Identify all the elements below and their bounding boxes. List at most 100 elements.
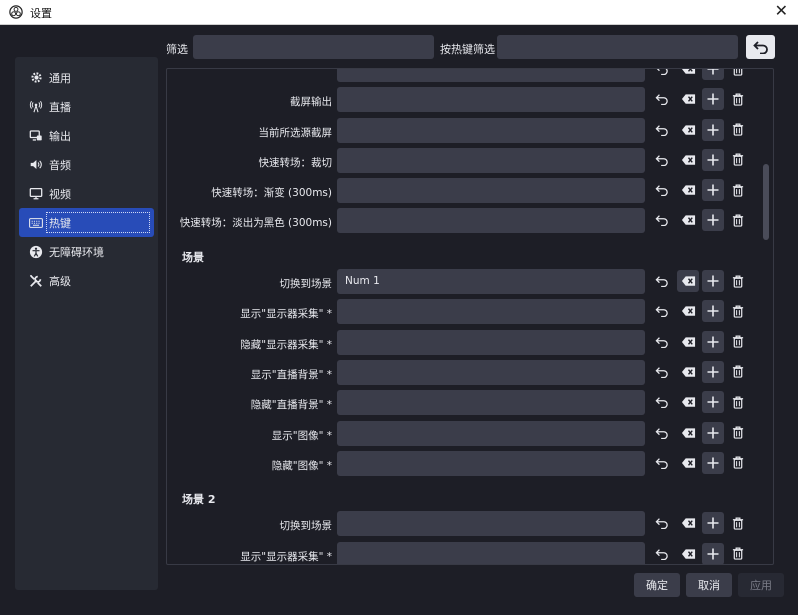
remove-binding-button[interactable] [727, 149, 749, 171]
revert-button[interactable] [651, 69, 673, 80]
ok-button[interactable]: 确定 [634, 573, 680, 597]
revert-button[interactable] [651, 543, 673, 564]
revert-button[interactable] [651, 331, 673, 353]
clear-button[interactable] [677, 270, 699, 293]
add-binding-button[interactable] [702, 209, 724, 232]
revert-button[interactable] [651, 179, 673, 201]
revert-button[interactable] [651, 149, 673, 171]
remove-binding-button[interactable] [727, 69, 749, 80]
scrollbar-thumb[interactable] [763, 164, 769, 240]
add-binding-button[interactable] [702, 148, 724, 171]
clear-button[interactable] [677, 300, 699, 322]
hotkey-input[interactable] [337, 420, 645, 446]
clear-button[interactable] [677, 119, 699, 141]
filter-input[interactable] [193, 35, 434, 59]
hotkey-input[interactable] [337, 147, 645, 173]
revert-button[interactable] [651, 391, 673, 413]
revert-button[interactable] [651, 300, 673, 322]
remove-binding-button[interactable] [727, 331, 749, 353]
remove-binding-button[interactable] [727, 543, 749, 564]
revert-button[interactable] [651, 119, 673, 141]
sidebar-item-3[interactable]: 音频 [19, 150, 154, 179]
clear-button[interactable] [677, 331, 699, 353]
hotkey-input[interactable]: Num 1 [337, 269, 645, 295]
cancel-button[interactable]: 取消 [686, 573, 732, 597]
remove-binding-button[interactable] [727, 452, 749, 474]
clear-button[interactable] [677, 209, 699, 231]
sidebar-item-4[interactable]: 视频 [19, 179, 154, 208]
add-binding-button[interactable] [702, 179, 724, 202]
hotkey-input[interactable] [337, 178, 645, 204]
add-binding-button[interactable] [702, 270, 724, 293]
reset-filter-button[interactable] [746, 35, 775, 59]
remove-binding-button[interactable] [727, 422, 749, 444]
close-icon[interactable]: ✕ [775, 2, 788, 20]
clear-button[interactable] [677, 422, 699, 444]
add-binding-button[interactable] [702, 542, 724, 564]
clear-button[interactable] [677, 149, 699, 171]
revert-button[interactable] [651, 361, 673, 383]
hotkey-input[interactable] [337, 541, 645, 564]
hotkey-input[interactable] [337, 208, 645, 234]
remove-binding-button[interactable] [727, 270, 749, 292]
remove-binding-button[interactable] [727, 179, 749, 201]
sidebar-item-2[interactable]: 输出 [19, 121, 154, 150]
clear-button[interactable] [677, 69, 699, 80]
remove-binding-button[interactable] [727, 88, 749, 110]
clear-button[interactable] [677, 179, 699, 201]
remove-binding-button[interactable] [727, 119, 749, 141]
sidebar-item-5[interactable]: 热键 [19, 208, 154, 237]
plus-icon [707, 184, 719, 196]
hotkey-input[interactable] [337, 69, 645, 82]
sidebar-item-7[interactable]: 高级 [19, 266, 154, 295]
clear-button[interactable] [677, 361, 699, 383]
hotkey-input[interactable] [337, 329, 645, 355]
remove-binding-button[interactable] [727, 300, 749, 322]
apply-button[interactable]: 应用 [738, 573, 784, 597]
hotkey-input[interactable] [337, 511, 645, 537]
add-binding-button[interactable] [702, 391, 724, 414]
clear-button[interactable] [677, 452, 699, 474]
remove-binding-button[interactable] [727, 391, 749, 413]
remove-binding-button[interactable] [727, 209, 749, 231]
sidebar-item-1[interactable]: 直播 [19, 92, 154, 121]
clear-button[interactable] [677, 543, 699, 564]
undo-icon [655, 94, 668, 106]
hotkey-input[interactable] [337, 117, 645, 143]
revert-button[interactable] [651, 452, 673, 474]
add-binding-button[interactable] [702, 300, 724, 323]
add-binding-button[interactable] [702, 421, 724, 444]
add-binding-button[interactable] [702, 451, 724, 474]
hotkey-input[interactable] [337, 359, 645, 385]
revert-button[interactable] [651, 512, 673, 534]
sidebar-item-0[interactable]: 通用 [19, 63, 154, 92]
hotkey-input[interactable] [337, 450, 645, 476]
hotkey-row: 快速转场：淡出为黑色 (300ms) [167, 206, 757, 236]
add-binding-button[interactable] [702, 118, 724, 141]
add-binding-button[interactable] [702, 330, 724, 353]
sidebar-item-label: 视频 [49, 187, 71, 201]
backspace-icon [681, 397, 695, 407]
undo-icon [655, 518, 668, 530]
title-bar: 设置 ✕ [0, 0, 798, 25]
clear-button[interactable] [677, 512, 699, 534]
revert-button[interactable] [651, 88, 673, 110]
add-binding-button[interactable] [702, 69, 724, 80]
clear-button[interactable] [677, 391, 699, 413]
revert-button[interactable] [651, 209, 673, 231]
hotkey-input[interactable] [337, 390, 645, 416]
sidebar-item-6[interactable]: 无障碍环境 [19, 237, 154, 266]
hotkey-input[interactable] [337, 87, 645, 113]
remove-binding-button[interactable] [727, 361, 749, 383]
remove-binding-button[interactable] [727, 512, 749, 534]
clear-button[interactable] [677, 88, 699, 110]
add-binding-button[interactable] [702, 360, 724, 383]
plus-icon [707, 548, 719, 560]
add-binding-button[interactable] [702, 512, 724, 535]
revert-button[interactable] [651, 422, 673, 444]
hotkey-filter-input[interactable] [497, 35, 738, 59]
scrollbar[interactable] [762, 71, 770, 562]
revert-button[interactable] [651, 270, 673, 292]
hotkey-input[interactable] [337, 299, 645, 325]
add-binding-button[interactable] [702, 88, 724, 111]
